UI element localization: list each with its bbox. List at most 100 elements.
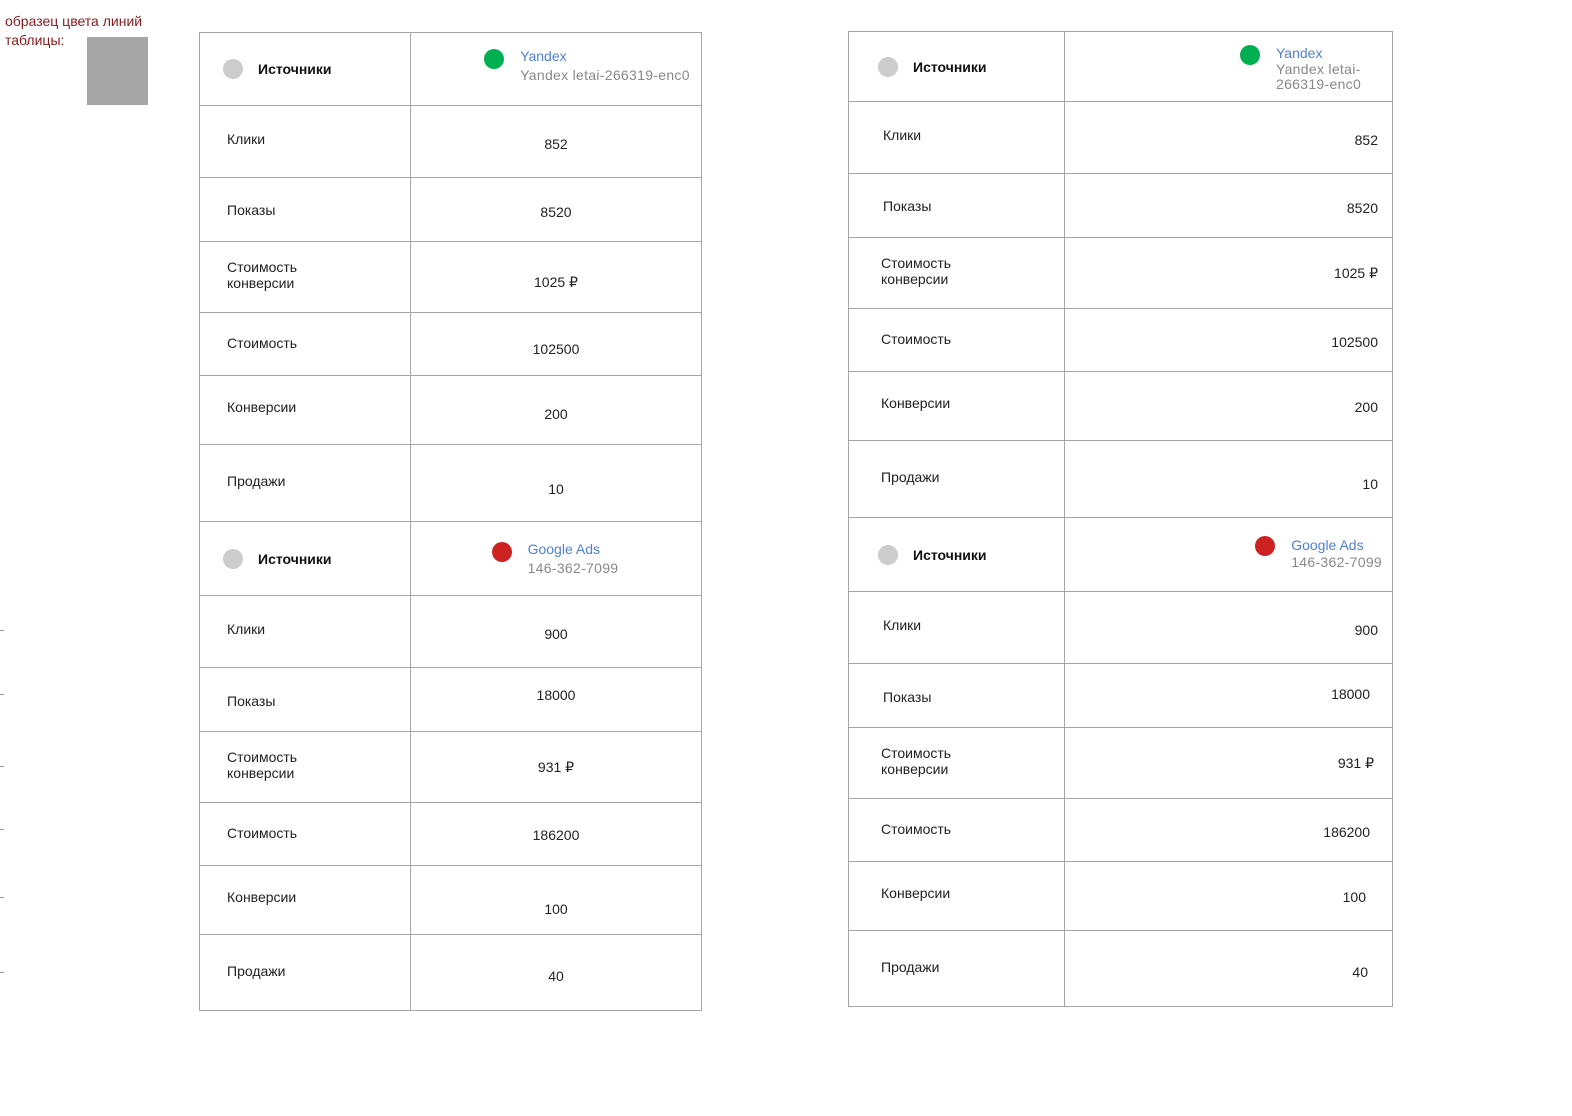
- table-row: Клики 900: [200, 596, 702, 668]
- row-label: Клики: [883, 127, 922, 143]
- margin-tick: [0, 972, 4, 973]
- row-label: Стоимость конверсии: [881, 745, 952, 777]
- row-value: 18000: [1331, 685, 1370, 702]
- row-label: Конверсии: [227, 398, 297, 415]
- row-value: 40: [1352, 963, 1368, 980]
- row-label: Стоимость конверсии: [227, 749, 298, 781]
- row-label: Клики: [227, 131, 266, 147]
- row-label: Стоимость: [227, 825, 298, 841]
- row-value: 10: [548, 481, 564, 497]
- header-dot-icon: [878, 56, 898, 77]
- table-row: Стоимость конверсии 1025 ₽: [849, 238, 1393, 309]
- source-cell: Yandex Yandex letai-266319-enc0: [411, 33, 702, 105]
- row-value: 40: [548, 967, 564, 984]
- yandex-status-dot-icon: [1240, 45, 1260, 65]
- source-cell: Google Ads 146-362-7099: [1065, 518, 1393, 591]
- header-dot-icon: [878, 544, 898, 565]
- table-row: Показы 8520: [200, 178, 702, 242]
- table-header-row-google: Источники Google Ads 146-362-7099: [200, 522, 702, 596]
- source-name[interactable]: Google Ads: [528, 540, 619, 559]
- source-google: Google Ads 146-362-7099: [1255, 535, 1382, 570]
- table-row: Показы 18000: [200, 668, 702, 732]
- table-row: Продажи 10: [200, 445, 702, 522]
- source-account: 146-362-7099: [527, 559, 619, 576]
- row-label: Стоимость конверсии: [227, 259, 298, 291]
- row-value: 186200: [1323, 824, 1370, 840]
- source-yandex: Yandex Yandex letai-266319-enc0: [1240, 45, 1366, 92]
- table-row: Стоимость 102500: [849, 309, 1393, 372]
- table-row: Клики 852: [200, 106, 702, 178]
- row-label: Показы: [883, 688, 932, 705]
- row-label: Стоимость: [227, 335, 298, 351]
- source-account: Yandex letai-266319-enc0: [520, 67, 690, 83]
- row-label: Стоимость: [881, 331, 952, 347]
- row-value: 900: [544, 625, 568, 642]
- row-label: Стоимость конверсии: [881, 255, 952, 287]
- google-status-dot-icon: [1255, 535, 1276, 556]
- header-dot-icon: [223, 59, 243, 79]
- row-label: Конверсии: [881, 884, 951, 901]
- margin-tick: [0, 766, 4, 767]
- row-value: 102500: [1331, 334, 1378, 350]
- row-value: 10: [1362, 476, 1378, 492]
- table-row: Стоимость конверсии 1025 ₽: [200, 242, 702, 313]
- row-value: 1025 ₽: [534, 273, 578, 290]
- table-row: Конверсии 100: [200, 866, 702, 935]
- header-dot-icon: [223, 548, 243, 569]
- row-label: Продажи: [881, 958, 940, 975]
- header-title: Источники: [258, 550, 332, 567]
- source-cell: Google Ads 146-362-7099: [411, 522, 702, 595]
- row-value: 200: [1354, 399, 1378, 415]
- row-label: Клики: [883, 617, 922, 633]
- row-value: 100: [1342, 889, 1366, 905]
- source-name[interactable]: Yandex: [1276, 45, 1366, 62]
- row-value: 18000: [536, 686, 576, 703]
- table-row: Продажи 10: [849, 441, 1393, 518]
- header-cell: Источники: [849, 32, 1065, 101]
- yandex-status-dot-icon: [484, 49, 505, 69]
- row-value: 100: [544, 901, 568, 917]
- row-label: Показы: [883, 197, 932, 214]
- row-label: Конверсии: [881, 394, 951, 411]
- row-label: Конверсии: [227, 888, 297, 905]
- source-google: Google Ads 146-362-7099: [491, 540, 619, 578]
- source-account: Yandex letai-266319-enc0: [1276, 61, 1362, 92]
- table-header-row-yandex: Источники Yandex Yandex letai-266319-enc…: [849, 32, 1393, 102]
- source-yandex: Yandex Yandex letai-266319-enc0: [484, 47, 690, 85]
- stats-table-right: Источники Yandex Yandex letai-266319-enc…: [848, 31, 1393, 1007]
- margin-tick: [0, 829, 4, 830]
- table-row: Продажи 40: [849, 931, 1393, 1007]
- source-name[interactable]: Yandex: [520, 47, 690, 66]
- table-header-row-yandex: Источники Yandex Yandex letai-266319-enc…: [200, 33, 702, 106]
- header-title: Источники: [913, 546, 987, 563]
- table-row: Стоимость конверсии 931 ₽: [849, 728, 1393, 799]
- table-row: Стоимость конверсии 931 ₽: [200, 732, 702, 803]
- source-name[interactable]: Google Ads: [1291, 536, 1382, 555]
- row-value: 931 ₽: [1337, 754, 1374, 771]
- row-value: 200: [544, 406, 568, 422]
- row-value: 8520: [540, 203, 572, 220]
- source-account: 146-362-7099: [1291, 553, 1382, 570]
- stats-table-left: Источники Yandex Yandex letai-266319-enc…: [199, 32, 702, 1011]
- table-row: Стоимость 102500: [200, 313, 702, 376]
- row-label: Продажи: [227, 962, 286, 979]
- row-value: 852: [544, 135, 568, 152]
- header-title: Источники: [258, 61, 332, 77]
- table-row: Конверсии 200: [200, 376, 702, 445]
- header-title: Источники: [913, 58, 987, 75]
- table-row: Продажи 40: [200, 935, 702, 1011]
- row-label: Продажи: [881, 469, 940, 485]
- row-label: Продажи: [227, 473, 286, 489]
- google-status-dot-icon: [491, 541, 512, 562]
- row-value: 852: [1354, 131, 1378, 148]
- table-row: Клики 852: [849, 102, 1393, 174]
- header-cell: Источники: [200, 33, 411, 105]
- row-value: 1025 ₽: [1334, 264, 1378, 281]
- header-cell: Источники: [849, 518, 1065, 591]
- row-value: 8520: [1346, 199, 1378, 216]
- table-row: Клики 900: [849, 592, 1393, 664]
- margin-tick: [0, 897, 4, 898]
- table-header-row-google: Источники Google Ads 146-362-7099: [849, 518, 1393, 592]
- line-color-swatch: [87, 37, 148, 105]
- table-row: Показы 8520: [849, 174, 1393, 238]
